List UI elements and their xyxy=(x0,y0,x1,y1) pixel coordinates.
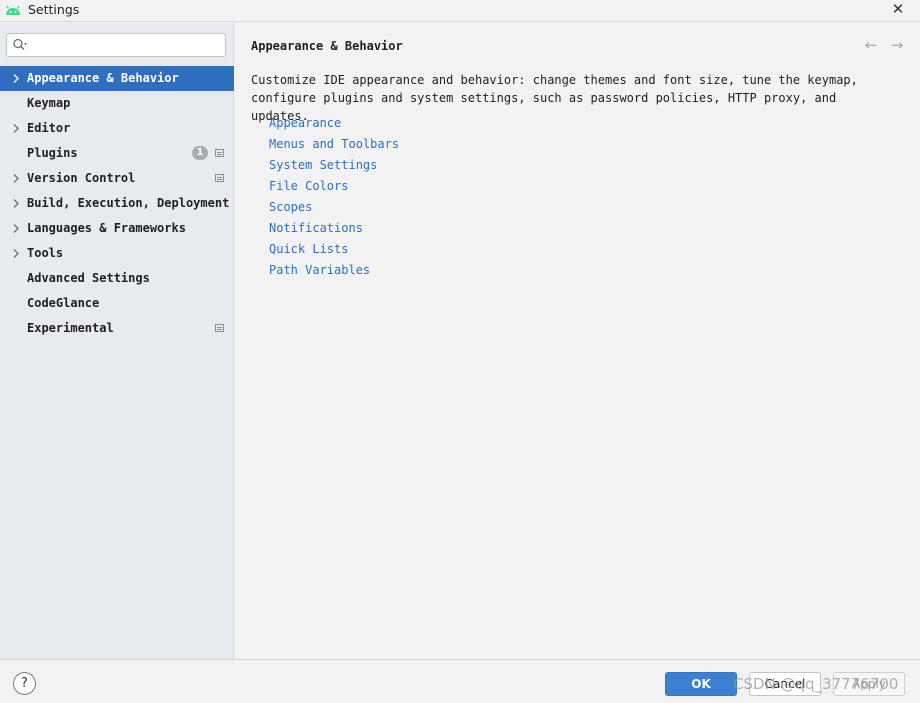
cancel-button[interactable]: Cancel xyxy=(749,672,821,696)
link-menus-and-toolbars[interactable]: Menus and Toolbars xyxy=(269,136,399,157)
help-button[interactable]: ? xyxy=(13,672,36,695)
forward-arrow-icon[interactable]: → xyxy=(888,36,906,54)
sidebar-item-languages-frameworks[interactable]: Languages & Frameworks xyxy=(0,216,234,241)
sidebar-item-label: Keymap xyxy=(27,96,71,110)
search-field[interactable] xyxy=(6,33,226,57)
sidebar-item-plugins[interactable]: Plugins 1 xyxy=(0,141,234,166)
sidebar-item-label: Plugins xyxy=(27,146,78,160)
sidebar-item-appearance-behavior[interactable]: Appearance & Behavior xyxy=(0,66,234,91)
dialog-footer: ? OK Cancel Apply CSDN @qq_37776700 xyxy=(0,659,920,703)
android-icon xyxy=(5,3,21,17)
sidebar-item-label: Editor xyxy=(27,121,71,135)
chevron-right-icon[interactable] xyxy=(11,241,21,266)
sidebar-item-editor[interactable]: Editor xyxy=(0,116,234,141)
window-title: Settings xyxy=(28,2,80,17)
chevron-right-icon[interactable] xyxy=(11,191,21,216)
link-appearance[interactable]: Appearance xyxy=(269,115,399,136)
sidebar-item-label: Advanced Settings xyxy=(27,271,150,285)
sidebar-item-version-control[interactable]: Version Control xyxy=(0,166,234,191)
sidebar-item-build-execution-deployment[interactable]: Build, Execution, Deployment xyxy=(0,191,234,216)
ok-button[interactable]: OK xyxy=(665,672,737,696)
project-settings-icon xyxy=(215,324,224,332)
settings-sidebar: Appearance & Behavior Keymap Editor Plug… xyxy=(0,23,234,659)
project-settings-icon xyxy=(215,149,224,157)
link-system-settings[interactable]: System Settings xyxy=(269,157,399,178)
sidebar-item-label: Languages & Frameworks xyxy=(27,221,186,235)
sidebar-item-label: Experimental xyxy=(27,321,114,335)
chevron-right-icon[interactable] xyxy=(11,166,21,191)
settings-nav: Appearance & Behavior Keymap Editor Plug… xyxy=(0,66,234,341)
sidebar-item-label: Appearance & Behavior xyxy=(27,71,179,85)
update-count-badge: 1 xyxy=(192,146,208,160)
search-input[interactable] xyxy=(33,36,219,54)
sidebar-item-experimental[interactable]: Experimental xyxy=(0,316,234,341)
link-path-variables[interactable]: Path Variables xyxy=(269,262,399,283)
sidebar-item-keymap[interactable]: Keymap xyxy=(0,91,234,116)
close-icon[interactable]: ✕ xyxy=(890,0,906,20)
sidebar-item-label: Tools xyxy=(27,246,64,260)
link-file-colors[interactable]: File Colors xyxy=(269,178,399,199)
settings-content: Appearance & Behavior ← → Customize IDE … xyxy=(235,23,920,659)
history-navigation: ← → xyxy=(858,36,908,54)
search-icon xyxy=(12,38,28,52)
sidebar-item-label: Version Control xyxy=(27,171,136,185)
sidebar-item-codeglance[interactable]: CodeGlance xyxy=(0,291,234,316)
link-notifications[interactable]: Notifications xyxy=(269,220,399,241)
sidebar-item-tools[interactable]: Tools xyxy=(0,241,234,266)
chevron-right-icon[interactable] xyxy=(11,216,21,241)
subpage-links: Appearance Menus and Toolbars System Set… xyxy=(269,115,399,283)
sidebar-item-label: Build, Execution, Deployment xyxy=(27,196,230,210)
chevron-right-icon[interactable] xyxy=(11,116,21,141)
link-scopes[interactable]: Scopes xyxy=(269,199,399,220)
chevron-right-icon[interactable] xyxy=(11,66,21,91)
title-bar: Settings ✕ xyxy=(0,0,920,22)
link-quick-lists[interactable]: Quick Lists xyxy=(269,241,399,262)
project-settings-icon xyxy=(215,174,224,182)
sidebar-item-label: CodeGlance xyxy=(27,296,100,310)
page-title: Appearance & Behavior xyxy=(251,39,403,53)
sidebar-item-advanced-settings[interactable]: Advanced Settings xyxy=(0,266,234,291)
back-arrow-icon[interactable]: ← xyxy=(862,36,880,54)
apply-button[interactable]: Apply xyxy=(833,672,905,696)
